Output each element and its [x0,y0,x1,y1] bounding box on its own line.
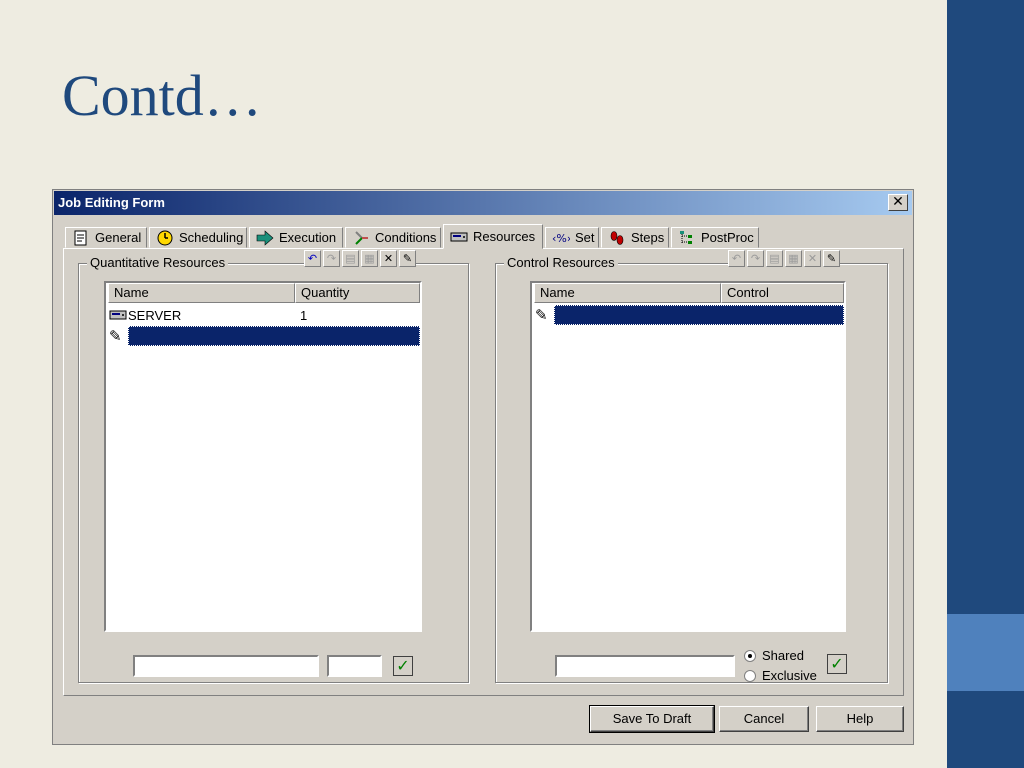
control-name-field[interactable] [555,655,735,677]
undo-icon[interactable]: ↶ [304,250,321,267]
selected-row-highlight [554,305,844,325]
tab-label: Scheduling [179,230,244,245]
tab-label: Conditions [375,230,437,245]
tab-scheduling[interactable]: Scheduling [149,227,247,248]
copy-icon[interactable]: ▤ [766,250,783,267]
resource-quantity: 1 [300,308,308,323]
svg-text:‹%›: ‹%› [552,232,570,245]
radio-button-selected[interactable] [744,649,756,662]
delete-icon[interactable]: ✕ [380,250,397,267]
new-row[interactable]: ✎ [106,326,420,347]
quantity-field[interactable] [327,655,382,677]
save-to-draft-button[interactable]: Save To Draft [589,705,715,733]
delete-icon[interactable]: ✕ [804,250,821,267]
branch-icon [355,230,368,245]
copy-icon[interactable]: ▤ [342,250,359,267]
tree-icon [680,230,692,244]
server-icon [109,310,127,320]
radio-button[interactable] [744,669,756,682]
resources-tab-panel: Quantitative Resources ↶ ↷ ▤ ▦ ✕ ✎ Name … [63,248,904,696]
paste-icon[interactable]: ▦ [361,250,378,267]
column-header-name[interactable]: Name [534,283,721,303]
control-resources-list[interactable]: Name Control ✎ [530,281,846,632]
radio-label: Exclusive [762,668,817,683]
close-button[interactable]: ✕ [888,194,908,211]
radio-label: Shared [762,648,804,663]
column-header-quantity[interactable]: Quantity [295,283,420,303]
tab-label: Execution [279,230,337,245]
window-titlebar: Job Editing Form ✕ [54,191,912,215]
slide-sidebar-accent [947,614,1024,691]
help-button[interactable]: Help [816,706,904,732]
tab-label: Steps [631,230,665,245]
percent-icon: ‹%› [552,232,570,245]
pencil-icon: ✎ [535,306,548,324]
job-editing-form-window: Job Editing Form ✕ General Scheduling Ex… [52,189,914,745]
edit-icon[interactable]: ✎ [823,250,840,267]
tab-execution[interactable]: Execution [249,227,343,248]
quantitative-resources-list[interactable]: Name Quantity SERVER 1 ✎ [104,281,422,632]
tab-conditions[interactable]: Conditions [345,227,441,248]
tab-resources[interactable]: Resources [443,224,543,249]
control-resources-group: Control Resources ↶ ↷ ▤ ▦ ✕ ✎ Name Contr… [495,250,888,683]
tab-steps[interactable]: Steps [601,227,669,248]
redo-icon[interactable]: ↷ [323,250,340,267]
cancel-button[interactable]: Cancel [719,706,809,732]
tab-label: Set [575,230,595,245]
apply-check-button[interactable]: ✓ [827,654,847,674]
radio-exclusive[interactable]: Exclusive [744,668,817,683]
quantitative-toolbar: ↶ ↷ ▤ ▦ ✕ ✎ [304,250,416,267]
form-icon [74,230,87,245]
pencil-icon: ✎ [109,327,122,345]
resource-name-field[interactable] [133,655,319,677]
tab-label: General [95,230,142,245]
tab-general[interactable]: General [65,227,147,248]
table-row[interactable]: SERVER 1 [106,305,420,326]
selected-row-highlight [128,326,420,346]
radio-shared[interactable]: Shared [744,648,804,663]
edit-icon[interactable]: ✎ [399,250,416,267]
tab-postproc[interactable]: PostProc [671,227,759,248]
quantitative-resources-label: Quantitative Resources [87,255,229,270]
arrow-right-icon [256,229,274,246]
redo-icon[interactable]: ↷ [747,250,764,267]
server-icon [450,232,468,241]
paste-icon[interactable]: ▦ [785,250,802,267]
undo-icon[interactable]: ↶ [728,250,745,267]
footsteps-icon [610,230,624,245]
control-toolbar: ↶ ↷ ▤ ▦ ✕ ✎ [728,250,840,267]
quantitative-resources-group: Quantitative Resources ↶ ↷ ▤ ▦ ✕ ✎ Name … [78,250,469,683]
tab-set[interactable]: ‹%› Set [545,227,599,248]
tab-label: Resources [473,229,536,244]
control-resources-label: Control Resources [504,255,618,270]
window-title: Job Editing Form [58,195,165,210]
column-header-control[interactable]: Control [721,283,844,303]
slide-title: Contd… [62,63,262,128]
column-header-name[interactable]: Name [108,283,295,303]
clock-icon [157,230,173,245]
tab-label: PostProc [701,230,754,245]
resource-name: SERVER [128,308,182,323]
apply-check-button[interactable]: ✓ [393,656,413,676]
new-row[interactable]: ✎ [532,305,844,326]
